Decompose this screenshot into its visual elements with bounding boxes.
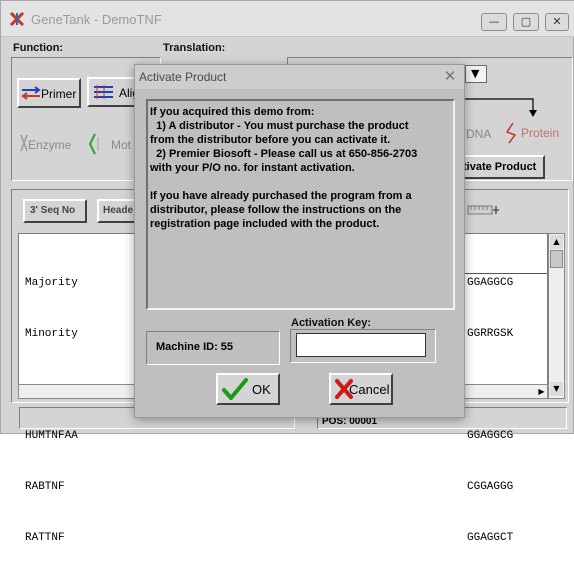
seq-no-tab[interactable]: 3' Seq No	[23, 199, 87, 223]
sequence-name: HUMTNFAA	[25, 430, 78, 442]
message-line: If you have already purchased the progra…	[150, 190, 412, 202]
seq-no-label: 3' Seq No	[30, 205, 76, 216]
activate-product-dialog: Activate Product ✕ If you acquired this …	[134, 64, 465, 418]
enzyme-label: Enzyme	[28, 138, 72, 152]
scroll-up-icon[interactable]: ▲	[550, 235, 563, 249]
translation-label: Translation:	[163, 42, 226, 54]
enzyme-button[interactable]: Enzyme	[19, 131, 81, 159]
dna-button[interactable]: DNA	[466, 123, 500, 143]
dialog-title-bar: Activate Product ✕	[135, 65, 464, 89]
sequence-name: RATTNF	[25, 532, 65, 544]
close-button[interactable]: ✕	[545, 13, 569, 31]
sequence-name: Minority	[25, 328, 78, 340]
message-line: 2) Premier Biosoft - Please call us at 6…	[150, 148, 418, 160]
machine-id: Machine ID: 55	[156, 341, 234, 353]
protein-label: Protein	[521, 126, 560, 140]
dropdown-arrow-icon: ▼	[471, 67, 480, 80]
message-box: If you acquired this demo from: 1) A dis…	[146, 99, 455, 310]
ruler-tool-button[interactable]	[467, 201, 501, 219]
protein-button[interactable]: Protein	[503, 119, 569, 147]
primer-icon	[21, 86, 41, 100]
dna-label: DNA	[466, 127, 492, 141]
maximize-button[interactable]: ▢	[513, 13, 539, 31]
translation-dropdown[interactable]: ▼	[465, 65, 487, 83]
align-icon	[94, 85, 113, 99]
motif-label: Mot	[111, 138, 132, 152]
activate-product-label: tivate Product	[463, 161, 537, 173]
minimize-button[interactable]: —	[481, 13, 507, 31]
protein-icon	[505, 122, 517, 144]
vertical-scrollbar[interactable]: ▲ ▼	[548, 233, 565, 399]
message-line: registration page included with the prod…	[150, 218, 380, 230]
scroll-thumb[interactable]	[550, 250, 563, 268]
activation-key-input[interactable]	[296, 333, 426, 357]
cancel-button[interactable]: Cancel	[329, 373, 393, 405]
sequence-residues: GGAGGCT	[467, 532, 514, 544]
sequence-name: Majority	[25, 277, 78, 289]
sequence-residues: CGGAGGG	[467, 481, 514, 493]
ok-label: OK	[252, 382, 271, 397]
sequence-residues: GGAGGCG	[467, 430, 514, 442]
scroll-down-icon[interactable]: ▼	[550, 382, 563, 396]
motif-icon	[89, 133, 99, 155]
primer-button[interactable]: Primer	[17, 78, 81, 108]
consensus-divider	[461, 273, 547, 274]
scroll-right-icon[interactable]: ▶	[535, 385, 548, 398]
ok-button[interactable]: OK	[216, 373, 280, 405]
sequence-residues: GGAGGCG	[467, 277, 514, 289]
message-line: 1) A distributor - You must purchase the…	[150, 120, 409, 132]
motif-button[interactable]: Mot	[87, 131, 137, 159]
activation-key-label: Activation Key:	[291, 317, 372, 329]
header-tab[interactable]: Heade	[97, 199, 137, 223]
sequence-residues: GGRRGSK	[467, 328, 514, 340]
cancel-label: Cancel	[349, 382, 390, 397]
primer-label: Primer	[41, 87, 77, 101]
dialog-close-icon[interactable]: ✕	[441, 67, 459, 85]
machine-id-box: Machine ID: 55	[146, 331, 280, 365]
message-line: If you acquired this demo from:	[150, 106, 315, 118]
message-line: with your P/O no. for instant activation…	[150, 162, 355, 174]
window-title: GeneTank - DemoTNF	[31, 12, 162, 27]
sequence-name: RABTNF	[25, 481, 65, 493]
message-line: from the distributor before you can acti…	[150, 134, 391, 146]
dialog-title: Activate Product	[139, 70, 227, 84]
title-bar: GeneTank - DemoTNF — ▢ ✕	[1, 1, 574, 37]
message-text: If you acquired this demo from: 1) A dis…	[150, 105, 417, 231]
app-icon	[9, 12, 25, 26]
ruler-icon	[467, 205, 499, 215]
function-label: Function:	[13, 42, 64, 54]
header-label: Heade	[103, 205, 134, 216]
message-line: distributor, please follow the instructi…	[150, 204, 402, 216]
message-line	[150, 175, 417, 189]
checkmark-icon	[222, 378, 248, 400]
